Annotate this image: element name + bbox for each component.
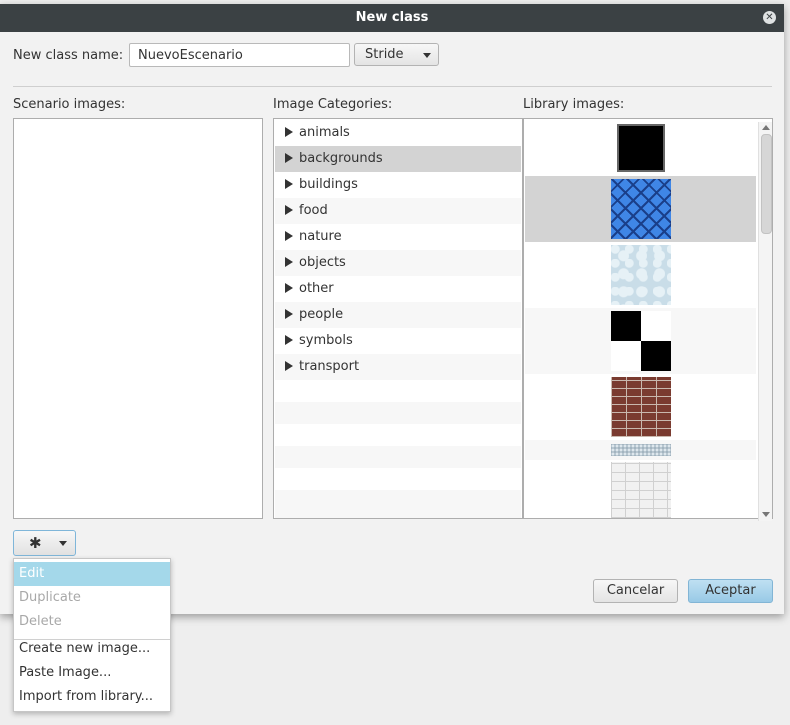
category-row-transport[interactable]: transport	[275, 354, 521, 380]
category-label: symbols	[299, 333, 353, 348]
black-frame-thumbnail	[617, 124, 665, 172]
empty-row	[275, 402, 521, 424]
category-label: transport	[299, 359, 360, 374]
library-image-gravel[interactable]	[525, 440, 756, 460]
category-label: backgrounds	[299, 151, 383, 166]
scenario-images-label: Scenario images:	[13, 97, 126, 112]
library-image-white-brick[interactable]	[525, 460, 756, 518]
library-image-ice[interactable]	[525, 242, 756, 308]
empty-row	[275, 446, 521, 468]
image-categories-label: Image Categories:	[273, 97, 393, 112]
menu-item-label: Create new image...	[19, 641, 151, 656]
library-image-blue-tiles[interactable]	[525, 176, 756, 242]
category-label: objects	[299, 255, 346, 270]
empty-row	[275, 490, 521, 518]
cancel-button[interactable]: Cancelar	[593, 579, 678, 603]
expand-arrow-icon	[285, 283, 293, 293]
white-brick-thumbnail	[611, 462, 671, 518]
menu-item-label: Import from library...	[19, 689, 154, 704]
menu-item-import-from-library[interactable]: Import from library...	[14, 685, 170, 709]
menu-item-edit[interactable]: Edit	[14, 562, 170, 586]
new-class-dialog: New class ✕ New class name: Stride Scena…	[0, 4, 784, 614]
separator	[13, 86, 772, 87]
expand-arrow-icon	[285, 179, 293, 189]
expand-arrow-icon	[285, 231, 293, 241]
category-row-symbols[interactable]: symbols	[275, 328, 521, 354]
category-label: buildings	[299, 177, 358, 192]
category-row-nature[interactable]: nature	[275, 224, 521, 250]
expand-arrow-icon	[285, 153, 293, 163]
library-image-black-frame[interactable]	[525, 120, 756, 176]
category-row-people[interactable]: people	[275, 302, 521, 328]
category-label: nature	[299, 229, 342, 244]
library-image-checkerboard[interactable]	[525, 308, 756, 374]
gravel-thumbnail	[611, 444, 671, 456]
title-bar: New class ✕	[0, 4, 784, 32]
category-row-animals[interactable]: animals	[275, 120, 521, 146]
scroll-thumb[interactable]	[761, 134, 772, 234]
category-row-backgrounds[interactable]: backgrounds	[275, 146, 521, 172]
checkerboard-thumbnail	[611, 311, 671, 371]
expand-arrow-icon	[285, 361, 293, 371]
category-label: animals	[299, 125, 350, 140]
image-categories-list[interactable]: animals backgrounds buildings food natur…	[273, 118, 523, 519]
superclass-value: Stride	[365, 47, 404, 62]
image-actions-menu: Edit Duplicate Delete Create new image..…	[13, 558, 171, 712]
expand-arrow-icon	[285, 257, 293, 267]
gear-icon: ✱	[29, 534, 42, 552]
close-icon[interactable]: ✕	[763, 11, 776, 24]
library-scrollbar[interactable]	[758, 122, 772, 521]
scroll-up-icon[interactable]	[762, 125, 770, 130]
ice-thumbnail	[611, 245, 671, 305]
empty-row	[275, 380, 521, 402]
expand-arrow-icon	[285, 127, 293, 137]
chevron-down-icon	[59, 541, 67, 546]
menu-item-duplicate: Duplicate	[14, 586, 170, 610]
accept-button[interactable]: Aceptar	[688, 579, 773, 603]
expand-arrow-icon	[285, 205, 293, 215]
category-row-food[interactable]: food	[275, 198, 521, 224]
empty-row	[275, 468, 521, 490]
chevron-down-icon	[423, 53, 431, 58]
menu-item-label: Delete	[19, 614, 62, 629]
image-actions-button[interactable]: ✱	[13, 530, 76, 556]
library-images-label: Library images:	[523, 97, 625, 112]
menu-item-label: Paste Image...	[19, 665, 112, 680]
dialog-title: New class	[355, 10, 429, 25]
class-name-input[interactable]	[129, 43, 350, 67]
class-name-label: New class name:	[13, 48, 124, 63]
menu-item-label: Duplicate	[19, 590, 81, 605]
category-row-buildings[interactable]: buildings	[275, 172, 521, 198]
scenario-images-list[interactable]	[13, 118, 263, 519]
brick-thumbnail	[611, 377, 671, 437]
library-images-list[interactable]	[523, 118, 773, 519]
category-row-other[interactable]: other	[275, 276, 521, 302]
menu-item-label: Edit	[19, 566, 45, 581]
expand-arrow-icon	[285, 335, 293, 345]
menu-item-delete: Delete	[14, 610, 170, 634]
scroll-down-icon[interactable]	[762, 512, 770, 517]
category-label: food	[299, 203, 328, 218]
category-label: people	[299, 307, 344, 322]
blue-tiles-thumbnail	[611, 179, 671, 239]
library-image-brick[interactable]	[525, 374, 756, 440]
superclass-dropdown[interactable]: Stride	[354, 43, 439, 66]
menu-item-create-new-image[interactable]: Create new image...	[14, 637, 170, 661]
category-row-objects[interactable]: objects	[275, 250, 521, 276]
expand-arrow-icon	[285, 309, 293, 319]
empty-row	[275, 424, 521, 446]
menu-item-paste-image[interactable]: Paste Image...	[14, 661, 170, 685]
category-label: other	[299, 281, 334, 296]
